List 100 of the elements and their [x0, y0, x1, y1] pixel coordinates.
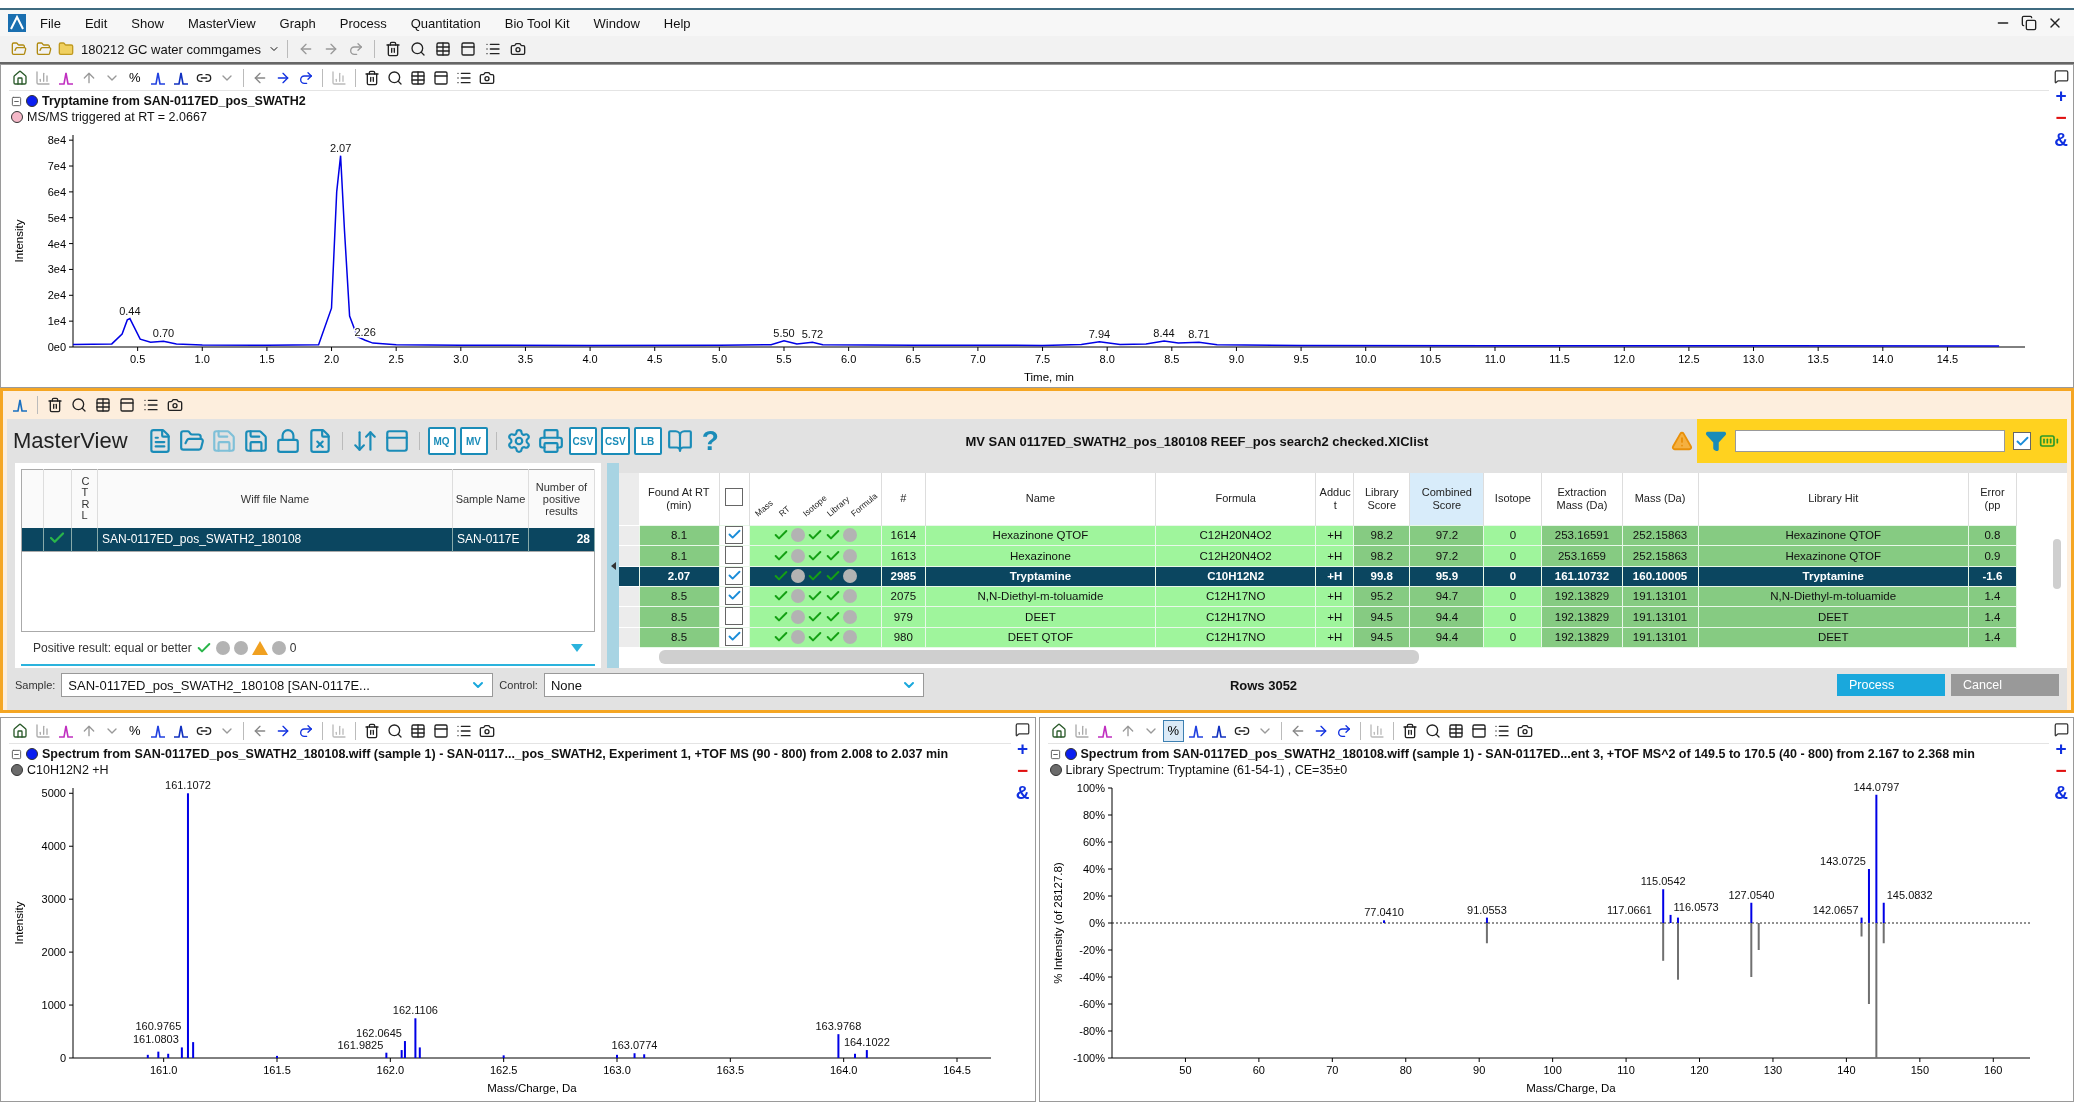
column-header[interactable]: Library Score	[1353, 473, 1410, 525]
table-cell: 97.2	[1409, 525, 1484, 545]
table-cell: Hexazinone	[925, 545, 1156, 566]
checkbox[interactable]	[725, 567, 744, 585]
tick-label: 10.0	[1355, 353, 1377, 365]
menu-item[interactable]: Graph	[269, 13, 326, 33]
checkbox[interactable]	[725, 607, 744, 625]
collapse-arrow-icon[interactable]	[610, 561, 616, 570]
menu-item[interactable]: MasterView	[177, 13, 266, 33]
tick-label: 13.5	[1807, 353, 1829, 365]
plus-button[interactable]: +	[1016, 739, 1029, 759]
plus-button[interactable]: +	[2055, 739, 2067, 759]
percent-toggle[interactable]: %	[124, 66, 146, 89]
menu-item[interactable]: File	[30, 13, 71, 33]
minus-button[interactable]: −	[2055, 108, 2067, 128]
column-header[interactable]: Library Hit	[1698, 473, 1969, 525]
menu-item[interactable]: Help	[653, 13, 701, 33]
menu-item[interactable]: Window	[583, 13, 650, 33]
tick-label: 100%	[1076, 782, 1105, 794]
save-format-button[interactable]: MV	[459, 427, 488, 455]
tick-label: 140	[1836, 1064, 1856, 1076]
column-header[interactable]: Wiff file Name	[97, 469, 453, 528]
percent-toggle[interactable]: %	[124, 719, 146, 742]
minus-button[interactable]: −	[2055, 761, 2067, 781]
peak-label: 117.0661	[1606, 903, 1652, 916]
column-header: RT	[776, 503, 792, 519]
tick-label: 8.5	[1164, 353, 1180, 365]
peak-label: 143.0725	[1819, 855, 1866, 867]
ampersand-button[interactable]: &	[1015, 783, 1030, 803]
tick-label: 50	[1178, 1064, 1192, 1076]
scrollbar[interactable]	[2053, 539, 2061, 589]
peak-label: 8.71	[1188, 328, 1210, 341]
peak-bar	[837, 1034, 840, 1058]
column-header[interactable]: Number of positive results	[528, 469, 595, 528]
corner-cell	[21, 469, 44, 528]
tick-label: -20%	[1078, 944, 1105, 956]
checkbox[interactable]	[725, 628, 744, 646]
peak-label: 161.9825	[337, 1038, 384, 1051]
filter-field[interactable]	[1735, 430, 2005, 452]
minus-button[interactable]: −	[1016, 761, 1029, 781]
tick-label: 150	[1910, 1064, 1929, 1076]
filter-icon[interactable]	[1705, 430, 1727, 452]
tick-label: 9.0	[1228, 353, 1245, 365]
ampersand-button[interactable]: &	[2054, 783, 2068, 803]
column-header[interactable]: Name	[925, 473, 1156, 525]
checkbox[interactable]	[725, 546, 744, 564]
column-header[interactable]: Error (pp	[1968, 473, 2017, 525]
select-all-checkbox[interactable]	[725, 488, 744, 507]
collapse-icon[interactable]	[1049, 748, 1061, 760]
peak-label: 116.0573	[1673, 900, 1719, 913]
table-cell: Hexazinone QTOF	[925, 525, 1156, 545]
trace-label: C10H12N2 +H	[27, 763, 109, 777]
tick-label: 3.5	[517, 353, 534, 365]
percent-toggle[interactable]: %	[1162, 719, 1185, 742]
sample-select[interactable]: SAN-0117ED_pos_SWATH2_180108 [SAN-0117E...	[61, 673, 494, 697]
menu-item[interactable]: Process	[329, 13, 397, 33]
column-header[interactable]: #	[881, 473, 926, 525]
plus-button[interactable]: +	[2055, 86, 2067, 106]
column-header[interactable]: Extraction Mass (Da)	[1541, 473, 1622, 525]
column-header[interactable]: Combined Score	[1409, 473, 1484, 525]
scrollbar[interactable]	[659, 649, 1419, 664]
collapse-icon[interactable]	[11, 95, 22, 107]
checkbox[interactable]	[725, 526, 744, 544]
menu-item[interactable]: Show	[121, 13, 174, 33]
checkbox[interactable]	[725, 587, 744, 605]
column-header[interactable]: Adduct	[1315, 473, 1354, 525]
tick-label: 0	[59, 1052, 66, 1064]
control-select[interactable]: None	[543, 673, 924, 697]
tick-label: 110	[1616, 1064, 1635, 1076]
printer-icon[interactable]	[536, 427, 565, 455]
export-button[interactable]: LB	[633, 427, 662, 455]
peak-label: 160.9765	[135, 1019, 182, 1032]
dot-icon	[271, 641, 286, 655]
book-icon[interactable]	[665, 427, 694, 455]
tick-label: 14.0	[1872, 353, 1894, 365]
column-header[interactable]: Found At RT (min)	[639, 473, 720, 525]
tick-label: 12.5	[1678, 353, 1700, 365]
export-button[interactable]: CSV	[601, 427, 630, 455]
column-header[interactable]: Sample Name	[452, 469, 529, 528]
menu-item[interactable]: Bio Tool Kit	[494, 13, 580, 33]
table-cell: 8.1	[639, 525, 720, 545]
trace-label: MS/MS triggered at RT = 2.0667	[27, 110, 207, 124]
peak-label: 7.94	[1088, 327, 1111, 340]
column-header[interactable]: Formula	[1155, 473, 1316, 525]
export-button[interactable]: CSV	[568, 427, 598, 455]
warning-triangle-icon	[251, 641, 268, 655]
menu-item[interactable]: Edit	[74, 13, 118, 33]
dot-icon	[233, 641, 248, 655]
column-header[interactable]: Mass (Da)	[1622, 473, 1699, 525]
tick-label: 2e4	[47, 289, 66, 302]
column-header[interactable]: Isotope	[1483, 473, 1542, 525]
file-title: MV SAN 0117ED_SWATH2_pos_180108 REEF_pos search2 checked.XIClist	[964, 433, 1430, 449]
project-dropdown[interactable]: 180212 GC water commgames	[77, 38, 265, 60]
tick-label: 0%	[1088, 917, 1105, 929]
row-header[interactable]	[21, 527, 44, 552]
collapse-icon[interactable]	[11, 748, 22, 760]
filter-checkbox[interactable]	[2013, 432, 2031, 450]
save-format-button[interactable]: MQ	[427, 427, 456, 455]
ampersand-button[interactable]: &	[2054, 130, 2068, 150]
menu-item[interactable]: Quantitation	[400, 13, 491, 33]
